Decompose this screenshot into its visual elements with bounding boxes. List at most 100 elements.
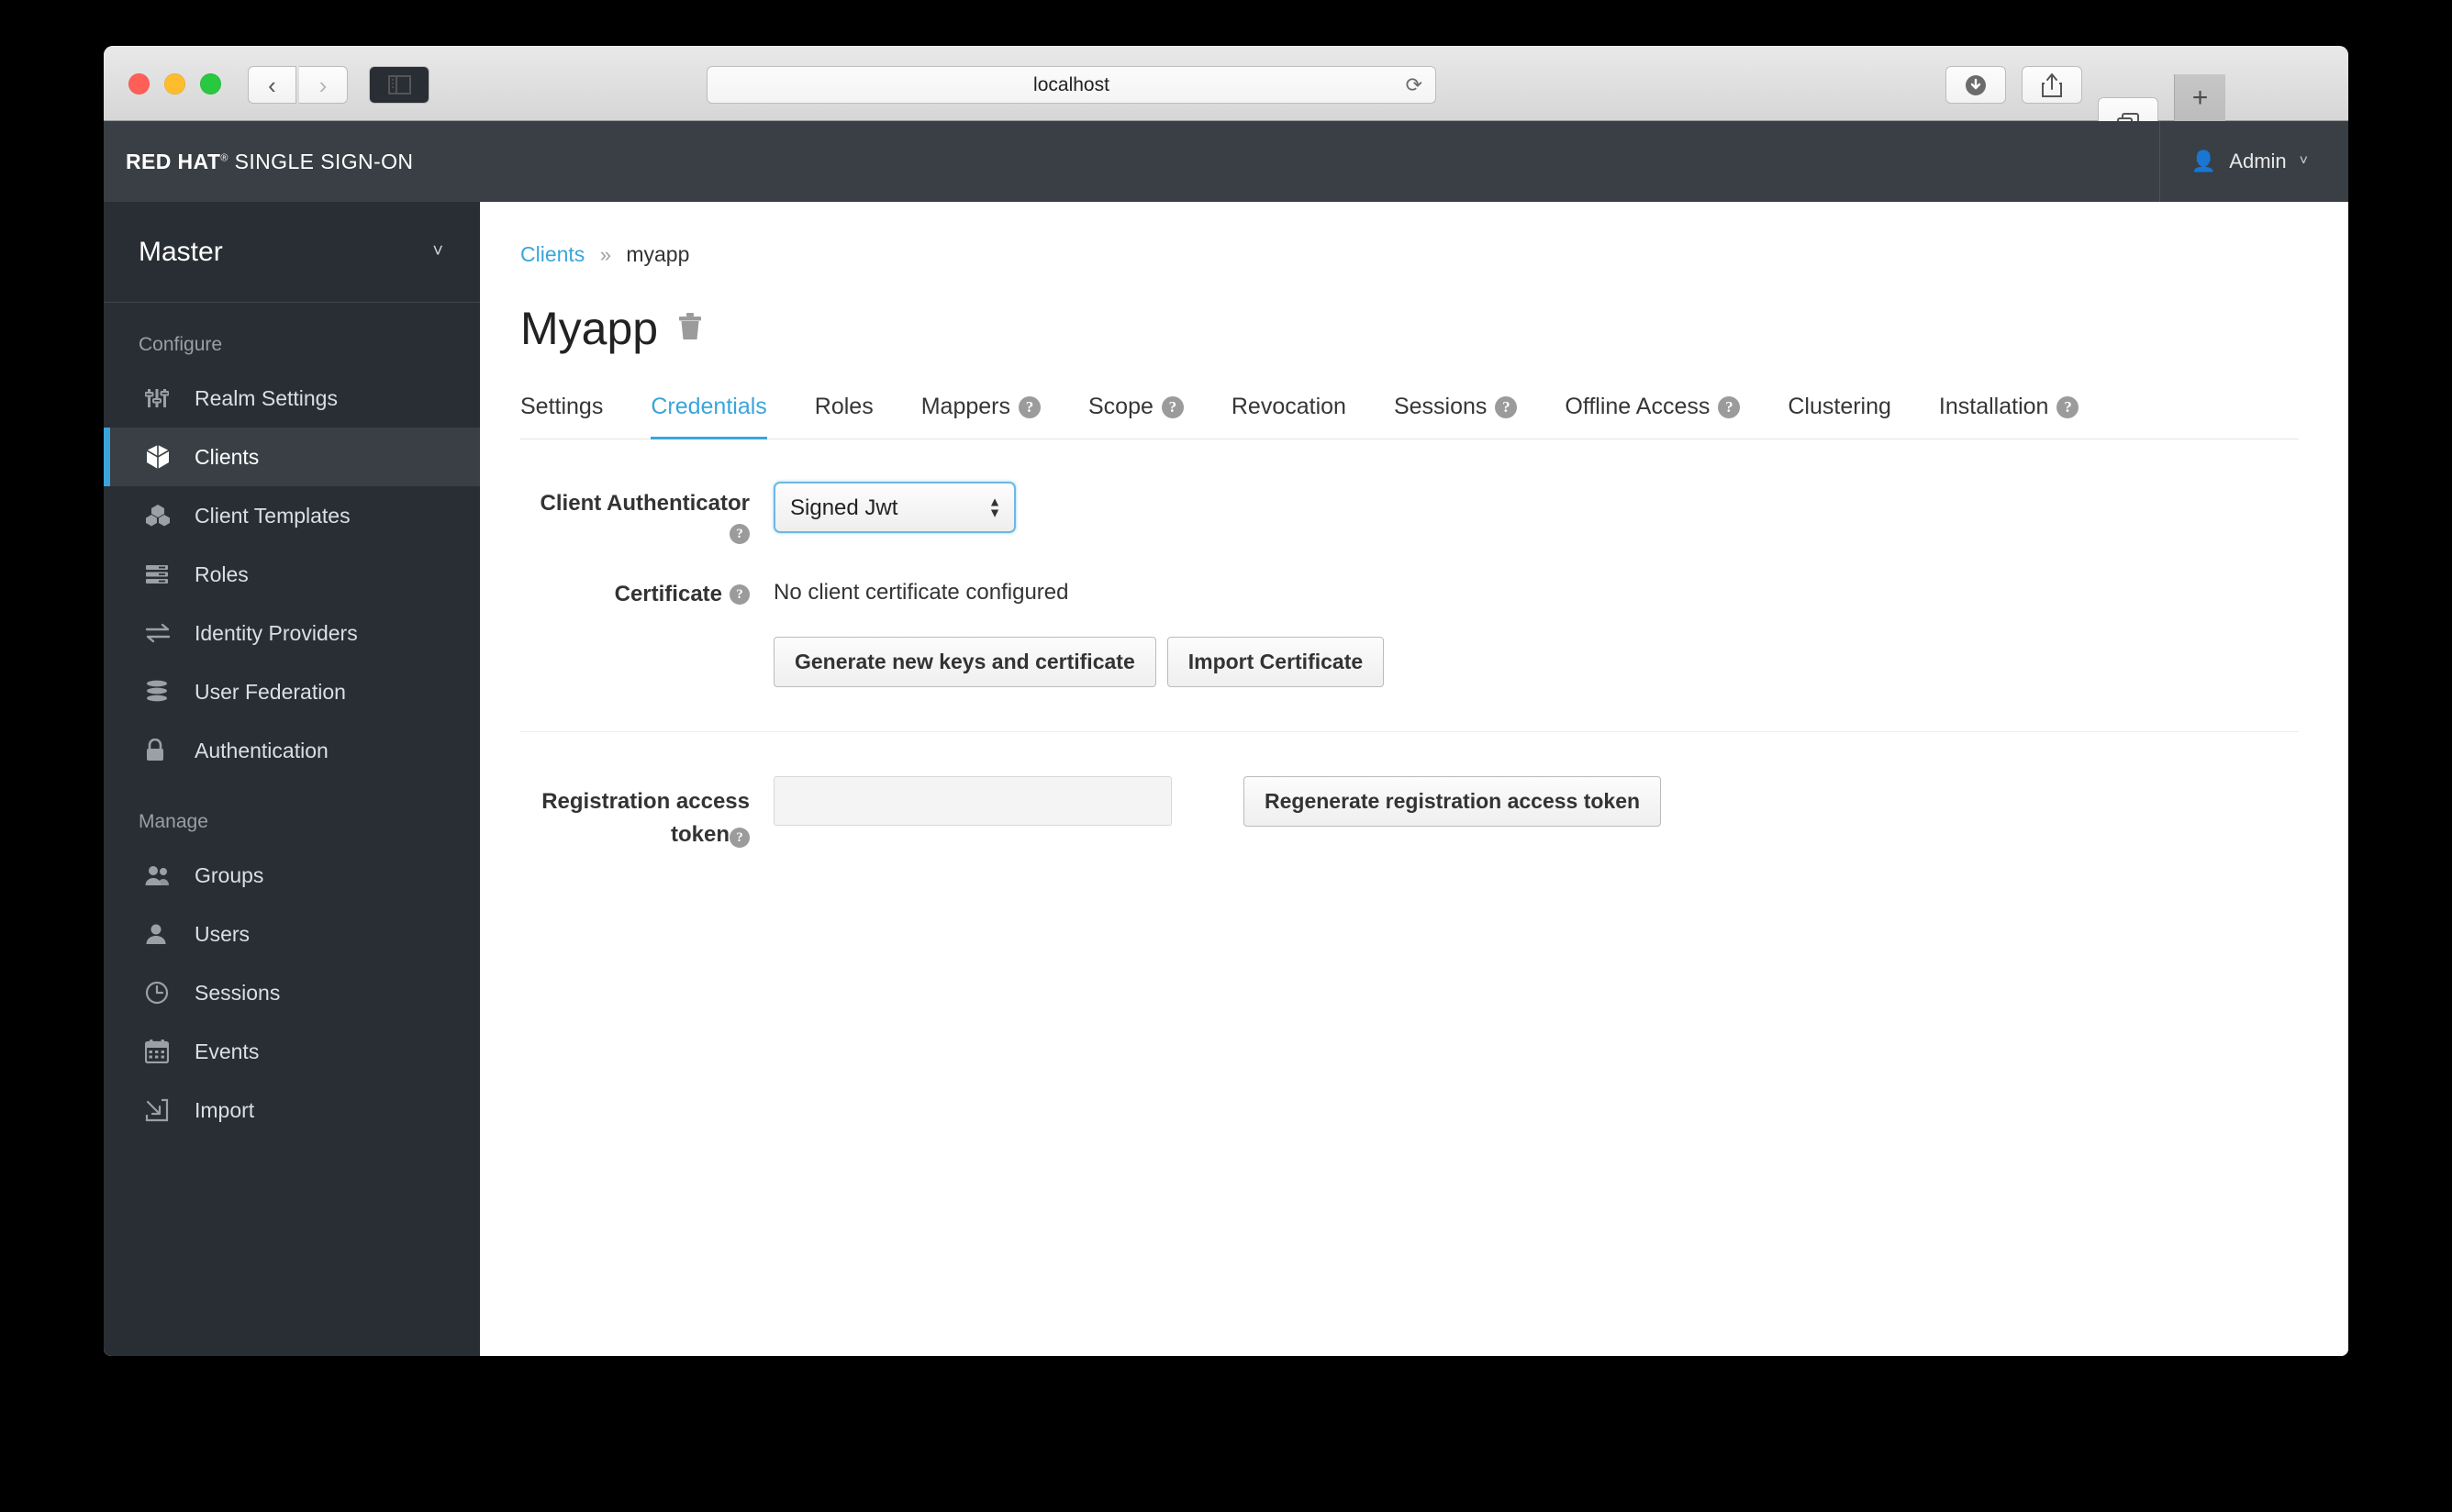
brand-bold: RED HAT [126, 149, 221, 173]
sidebar-toggle-button[interactable] [369, 66, 429, 104]
chevron-down-icon: ˅ [432, 241, 443, 261]
sidebar-item-label: User Federation [195, 679, 346, 704]
sidebar-item-client-templates[interactable]: Client Templates [104, 486, 480, 545]
tab-sessions[interactable]: Sessions ? [1370, 386, 1541, 439]
help-icon[interactable]: ? [2056, 395, 2079, 418]
registration-token-input[interactable] [774, 775, 1172, 826]
sidebar-item-identity-providers[interactable]: Identity Providers [104, 604, 480, 662]
sidebar: Master ˅ Configure Realm Settings Client… [104, 202, 480, 1356]
new-tab-button[interactable]: + [2174, 74, 2225, 121]
tab-settings[interactable]: Settings [520, 386, 627, 439]
label-text-line2: token [670, 821, 730, 847]
page-title: Myapp [520, 303, 659, 354]
sidebar-item-import[interactable]: Import [104, 1081, 480, 1140]
back-button[interactable]: ‹ [248, 66, 296, 104]
registration-token-field: Regenerate registration access token [774, 775, 1662, 827]
server-list-icon [145, 563, 195, 585]
sidebar-item-users[interactable]: Users [104, 905, 480, 963]
breadcrumb: Clients » myapp [520, 242, 2299, 267]
regenerate-token-button[interactable]: Regenerate registration access token [1243, 775, 1662, 827]
sidebar-item-roles[interactable]: Roles [104, 545, 480, 604]
sidebar-item-events[interactable]: Events [104, 1022, 480, 1081]
certificate-row: Certificate? No client certificate confi… [520, 573, 2299, 687]
tab-label: Roles [814, 394, 874, 419]
sidebar-item-user-federation[interactable]: User Federation [104, 662, 480, 721]
tab-offline-access[interactable]: Offline Access ? [1541, 386, 1764, 439]
help-icon[interactable]: ? [730, 524, 750, 545]
help-icon[interactable]: ? [730, 584, 750, 606]
downloads-icon [1966, 74, 1986, 95]
tab-clustering[interactable]: Clustering [1764, 386, 1915, 439]
tab-revocation[interactable]: Revocation [1208, 386, 1370, 439]
breadcrumb-clients-link[interactable]: Clients [520, 242, 585, 266]
app-masthead: RED HAT® SINGLE SIGN-ON 👤 Admin ˅ [104, 121, 2348, 202]
sidebar-item-label: Realm Settings [195, 385, 338, 410]
exchange-arrows-icon [145, 623, 195, 643]
trash-icon[interactable] [678, 312, 702, 345]
tab-roles[interactable]: Roles [791, 386, 897, 439]
sidebar-item-label: Sessions [195, 980, 281, 1005]
downloads-button[interactable] [1945, 66, 2006, 104]
user-icon [145, 923, 195, 945]
tab-label: Settings [520, 394, 604, 419]
tab-label: Offline Access [1565, 394, 1711, 419]
tab-label: Installation [1938, 394, 2049, 419]
nav-group-title-configure: Configure [139, 334, 223, 355]
window-controls [128, 73, 221, 94]
certificate-label: Certificate? [520, 573, 774, 609]
share-button[interactable] [2022, 66, 2082, 104]
tab-label: Credentials [651, 394, 767, 419]
tab-label: Mappers [920, 394, 1010, 419]
import-arrow-icon [145, 1098, 195, 1122]
help-icon[interactable]: ? [1161, 395, 1184, 418]
sidebar-item-label: Clients [195, 444, 260, 469]
close-window-button[interactable] [128, 73, 150, 94]
tab-credentials[interactable]: Credentials [627, 386, 790, 439]
app-body: Master ˅ Configure Realm Settings Client… [104, 202, 2348, 1356]
reload-icon[interactable]: ⟳ [1406, 73, 1422, 97]
tab-scope[interactable]: Scope ? [1064, 386, 1208, 439]
user-menu[interactable]: 👤 Admin ˅ [2158, 121, 2348, 202]
sidebar-item-authentication[interactable]: Authentication [104, 721, 480, 780]
brand-light: SINGLE SIGN-ON [234, 149, 414, 173]
sidebar-item-clients[interactable]: Clients [104, 428, 480, 486]
sidebar-item-realm-settings[interactable]: Realm Settings [104, 369, 480, 428]
client-authenticator-field: Signed Jwt ▲ ▼ [774, 482, 2299, 533]
tab-installation[interactable]: Installation ? [1915, 386, 2103, 439]
chevron-left-icon: ‹ [268, 71, 276, 99]
import-certificate-button[interactable]: Import Certificate [1166, 636, 1385, 687]
label-text-line1: Registration access [541, 788, 750, 814]
label-text: Certificate [614, 581, 722, 606]
sidebar-item-sessions[interactable]: Sessions [104, 963, 480, 1022]
realm-selector[interactable]: Master ˅ [104, 202, 480, 303]
lock-icon [145, 739, 195, 762]
generate-keys-button[interactable]: Generate new keys and certificate [774, 636, 1156, 687]
client-authenticator-row: Client Authenticator ? Signed Jwt ▲ ▼ [520, 482, 2299, 549]
sidebar-item-groups[interactable]: Groups [104, 846, 480, 905]
help-icon[interactable]: ? [730, 828, 750, 849]
section-divider [520, 730, 2299, 732]
client-tabs: Settings Credentials Roles Mappers ? Sco… [520, 386, 2299, 439]
client-authenticator-select[interactable]: Signed Jwt [774, 482, 1016, 533]
registered-mark: ® [220, 151, 228, 163]
help-icon[interactable]: ? [1718, 395, 1741, 418]
client-authenticator-select-wrap: Signed Jwt ▲ ▼ [774, 482, 1016, 533]
tab-label: Sessions [1393, 394, 1488, 419]
forward-button[interactable]: › [299, 66, 348, 104]
address-bar[interactable]: localhost ⟳ [707, 66, 1436, 104]
credentials-form: Client Authenticator ? Signed Jwt ▲ ▼ Ce… [520, 439, 2299, 851]
registration-token-row: Registration access token? Regenerate re… [520, 775, 2299, 851]
maximize-window-button[interactable] [200, 73, 221, 94]
realm-name: Master [139, 236, 223, 267]
browser-window: ‹ › localhost ⟳ + RED HAT® SINGLE SIGN-O… [104, 46, 2348, 1356]
sidebar-item-label: Users [195, 921, 251, 946]
share-icon [2042, 72, 2062, 97]
client-authenticator-label: Client Authenticator ? [520, 482, 774, 549]
tab-mappers[interactable]: Mappers ? [897, 386, 1064, 439]
sidebar-toggle-icon [387, 75, 411, 94]
url-text: localhost [1033, 73, 1109, 95]
cube-icon [145, 444, 195, 470]
minimize-window-button[interactable] [164, 73, 185, 94]
help-icon[interactable]: ? [1495, 395, 1518, 418]
help-icon[interactable]: ? [1018, 395, 1041, 418]
